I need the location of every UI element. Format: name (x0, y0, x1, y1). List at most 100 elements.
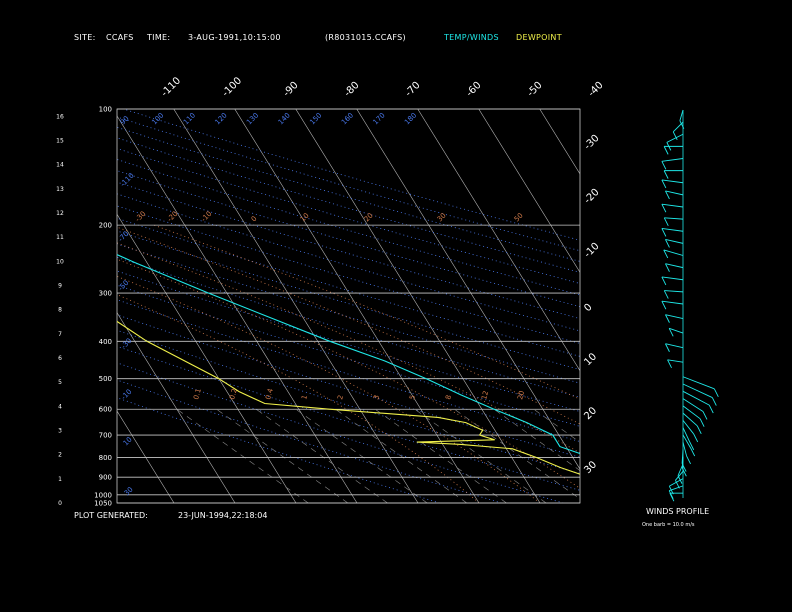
wind-barb-feather (711, 397, 717, 406)
height-label: 16 (56, 113, 64, 120)
mixing-ratio-label: 2 (336, 394, 345, 400)
height-label: 4 (58, 403, 62, 410)
wind-barb-feather (669, 492, 675, 502)
height-label: 6 (58, 355, 62, 362)
dry-adiabat (117, 230, 580, 370)
temperature-top-label: -70 (403, 80, 422, 99)
height-label: 3 (58, 427, 62, 434)
wind-barb-feather (713, 388, 719, 398)
wind-barb-feather (661, 228, 667, 237)
mixing-ratio-line (176, 408, 309, 503)
temperature-top-label: -80 (342, 80, 361, 99)
height-label: 0 (58, 500, 62, 507)
moist-adiabat-label: 50 (513, 211, 525, 223)
dry-adiabat-label: 120 (214, 111, 229, 126)
moist-adiabat-label: -20 (166, 210, 180, 224)
pressure-label: 200 (99, 222, 112, 230)
winds-profile-legend: One barb = 10.0 m/s (642, 522, 695, 528)
mixing-ratio-line (374, 408, 507, 503)
wind-barb-feather (686, 455, 691, 465)
wind-barb (661, 203, 684, 208)
height-label: 8 (58, 307, 62, 314)
height-label: 10 (56, 258, 64, 265)
wind-barb-feather (708, 404, 714, 414)
dry-adiabat-label: 110 (182, 111, 197, 126)
wind-barb-feather (663, 146, 669, 155)
dry-adiabat-side-label: -50 (117, 279, 131, 293)
pressure-label: 1000 (94, 491, 112, 499)
wind-barb-feather (663, 217, 669, 227)
moist-adiabat-label: -10 (200, 210, 214, 224)
wind-barb (664, 290, 684, 293)
dry-adiabat-label: 160 (340, 111, 355, 126)
pressure-label: 600 (99, 406, 112, 414)
moist-adiabat-label: 0 (250, 215, 259, 224)
temperature-right-label: 10 (582, 351, 599, 368)
moist-adiabat-label: 30 (436, 211, 448, 223)
wind-barb-feather (702, 411, 708, 420)
dry-adiabat (117, 193, 580, 332)
mixing-ratio-label: 3 (372, 394, 381, 400)
dry-adiabat (117, 397, 440, 503)
plot-generated-value: 23-JUN-1994,22:18:04 (178, 511, 268, 520)
height-label: 11 (56, 234, 64, 241)
dry-adiabat-side-label: 30 (123, 485, 135, 497)
chart-frame (116, 108, 581, 504)
dry-adiabat (117, 181, 580, 320)
dry-adiabat (117, 205, 580, 344)
wind-barb-feather (663, 170, 669, 179)
temperature-top-label: -40 (586, 80, 605, 99)
mixing-ratio-label: 12 (480, 390, 490, 401)
height-label: 5 (58, 379, 62, 386)
wind-barb (665, 239, 684, 244)
temperature-right-label: 30 (582, 459, 599, 476)
mixing-ratio-label: 0.2 (228, 388, 239, 401)
temperature-right-label: 0 (582, 302, 594, 314)
dry-adiabat (117, 243, 580, 384)
dry-adiabat (117, 137, 580, 273)
dry-adiabat-side-label: -70 (117, 230, 131, 244)
wind-barb-feather (661, 161, 667, 170)
plot-generated-label: PLOT GENERATED: (74, 511, 148, 520)
dry-adiabat-label: 90 (119, 114, 131, 126)
height-label: 2 (58, 452, 62, 459)
pressure-label: 400 (99, 338, 112, 346)
wind-barb (661, 227, 684, 232)
temperature-top-label: -100 (220, 75, 244, 99)
wind-barb (661, 179, 684, 184)
mixing-ratio-label: 5 (408, 394, 417, 400)
wind-barb (665, 190, 684, 196)
wind-barb-feather (693, 433, 699, 443)
moist-adiabat-label: -30 (134, 210, 148, 224)
height-label: 13 (56, 186, 64, 193)
wind-barb (665, 263, 684, 269)
isotherm-line (173, 109, 419, 503)
height-label: 14 (56, 162, 64, 169)
dry-adiabat (117, 170, 580, 308)
pressure-label: 900 (99, 474, 112, 482)
dry-adiabat-label: 170 (372, 111, 387, 126)
pressure-label: 100 (99, 106, 112, 114)
wind-barb (667, 359, 684, 363)
isotherm-line (478, 109, 580, 273)
moist-adiabat (117, 294, 480, 503)
dry-adiabat (117, 256, 580, 398)
pressure-label: 1050 (94, 500, 112, 508)
temperature-right-label: -10 (582, 241, 601, 260)
pressure-label: 700 (99, 432, 112, 440)
dry-adiabat (117, 299, 580, 443)
pressure-label: 800 (99, 454, 112, 462)
height-label: 1 (58, 476, 62, 483)
dry-adiabat (117, 314, 580, 458)
wind-barb-feather (661, 300, 667, 310)
wind-barb (661, 276, 684, 281)
dry-adiabat (117, 148, 580, 284)
mixing-ratio-line (295, 408, 428, 503)
wind-barb-feather (661, 276, 667, 286)
temperature-top-label: -50 (525, 80, 544, 99)
wind-barb (661, 158, 684, 162)
dry-adiabat (117, 345, 580, 491)
mixing-ratio-label: 1 (300, 394, 309, 400)
isotherm-line (0, 109, 52, 503)
mixing-ratio-line (414, 408, 547, 503)
